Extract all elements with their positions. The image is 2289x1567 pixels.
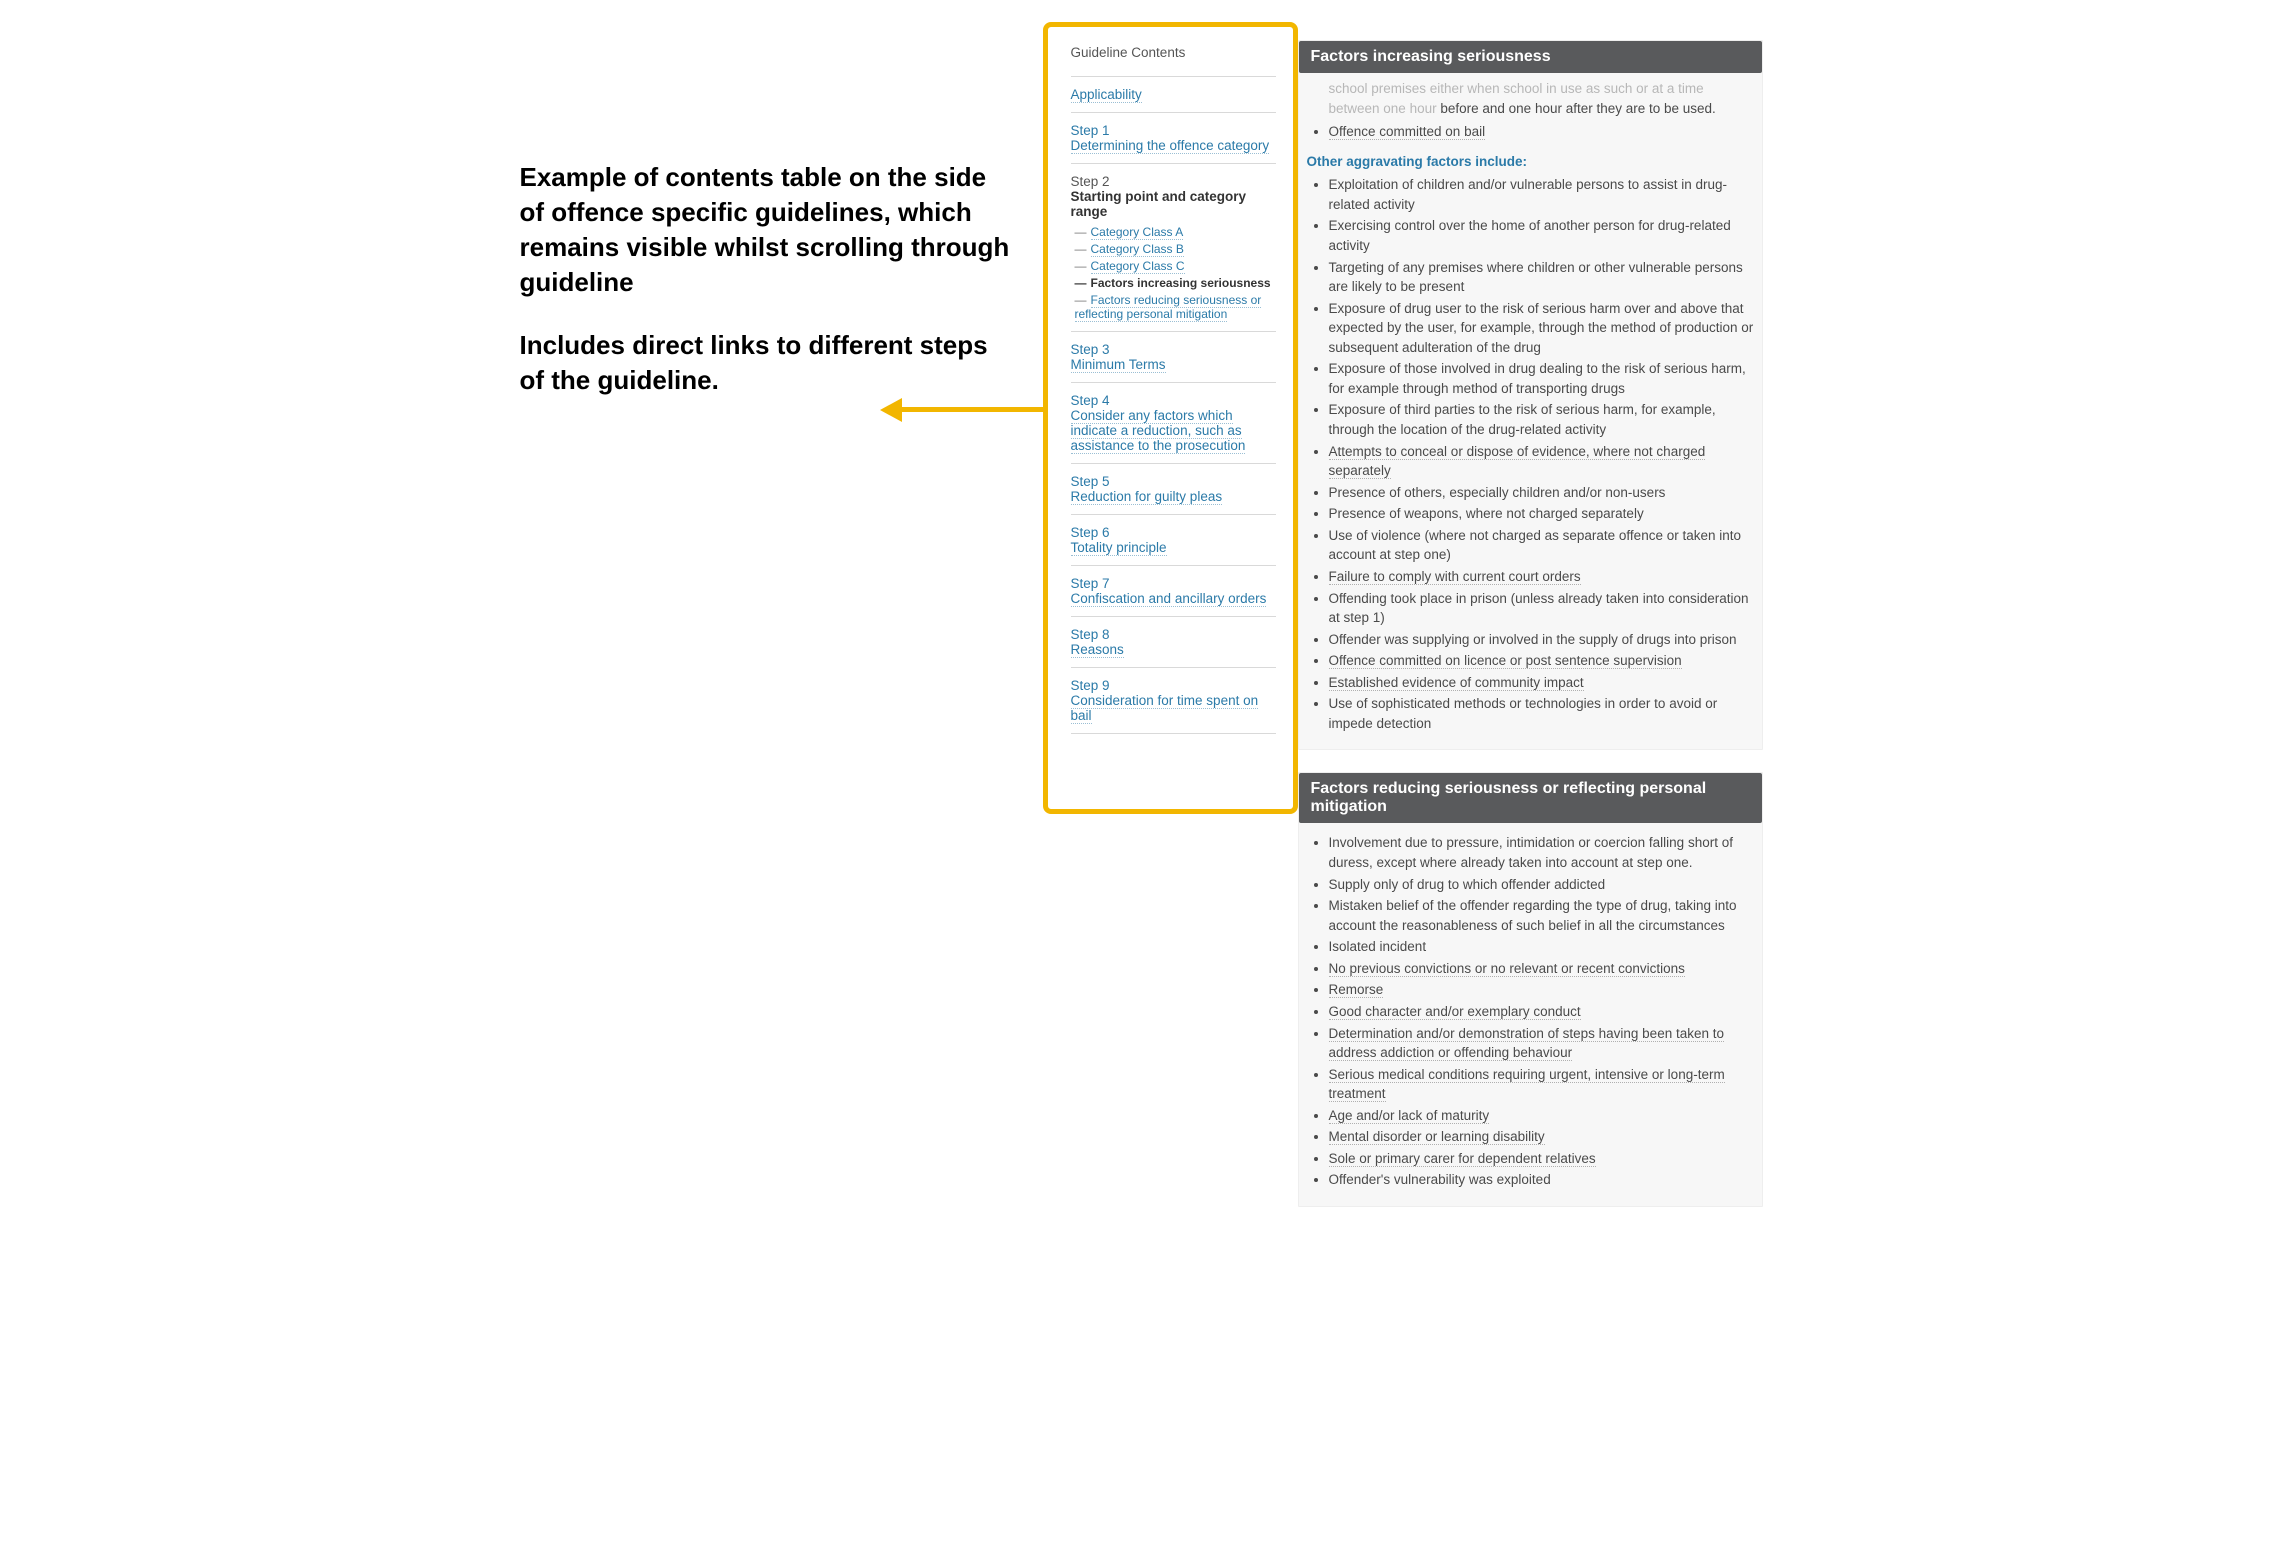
aggravating-subhead: Other aggravating factors include: [1307, 152, 1756, 172]
list-item: Mistaken belief of the offender regardin… [1329, 896, 1756, 935]
list-item: Use of violence (where not charged as se… [1329, 526, 1756, 565]
nav-step-2: Step 2Starting point and category range—… [1071, 174, 1276, 321]
nav-sub-link[interactable]: Category Class B [1091, 242, 1184, 257]
nav-step-number: Step 3 [1071, 342, 1276, 357]
nav-step-5: Step 5Reduction for guilty pleas [1071, 474, 1276, 504]
nav-step-6: Step 6Totality principle [1071, 525, 1276, 555]
nav-step-8: Step 8Reasons [1071, 627, 1276, 657]
nav-step-link[interactable]: Reasons [1071, 642, 1124, 658]
list-item: Offence committed on licence or post sen… [1329, 651, 1756, 671]
nav-sub-current: Factors increasing seriousness [1091, 276, 1271, 290]
explain-para-2: Includes direct links to different steps… [520, 328, 1010, 398]
nav-step-number: Step 2 [1071, 174, 1276, 189]
list-item: Exploitation of children and/or vulnerab… [1329, 175, 1756, 214]
explain-para-1: Example of contents table on the side of… [520, 160, 1010, 300]
list-item: Involvement due to pressure, intimidatio… [1329, 833, 1756, 872]
contents-nav: Guideline Contents Applicability Step 1D… [1063, 40, 1286, 744]
list-item: No previous convictions or no relevant o… [1329, 959, 1756, 979]
nav-sub-link[interactable]: Factors reducing seriousness or reflecti… [1075, 293, 1262, 322]
list-item: Mental disorder or learning disability [1329, 1127, 1756, 1147]
list-item: Exercising control over the home of anot… [1329, 216, 1756, 255]
guideline-screenshot: Guideline Contents Applicability Step 1D… [1063, 40, 1763, 1229]
preamble-rest: before and one hour after they are to be… [1440, 101, 1715, 116]
nav-step-number: Step 1 [1071, 123, 1276, 138]
nav-step-link[interactable]: Determining the offence category [1071, 138, 1270, 154]
pointer-arrow [880, 395, 1050, 425]
list-item: Determination and/or demonstration of st… [1329, 1024, 1756, 1063]
list-item: Attempts to conceal or dispose of eviden… [1329, 442, 1756, 481]
panel-factors-increasing: Factors increasing seriousness school pr… [1298, 40, 1763, 750]
list-item: Sole or primary carer for dependent rela… [1329, 1149, 1756, 1169]
list-item: Failure to comply with current court ord… [1329, 567, 1756, 587]
list-item: Supply only of drug to which offender ad… [1329, 875, 1756, 895]
list-item: Presence of others, especially children … [1329, 483, 1756, 503]
panel-factors-reducing: Factors reducing seriousness or reflecti… [1298, 772, 1763, 1207]
nav-step-link[interactable]: Reduction for guilty pleas [1071, 489, 1223, 505]
nav-step-7: Step 7Confiscation and ancillary orders [1071, 576, 1276, 606]
nav-step-3: Step 3Minimum Terms [1071, 342, 1276, 372]
list-item: Offence committed on bail [1329, 122, 1756, 142]
nav-step-link[interactable]: Confiscation and ancillary orders [1071, 591, 1267, 607]
list-item: Serious medical conditions requiring urg… [1329, 1065, 1756, 1104]
list-item: Established evidence of community impact [1329, 673, 1756, 693]
nav-step-number: Step 5 [1071, 474, 1276, 489]
nav-step-9: Step 9Consideration for time spent on ba… [1071, 678, 1276, 723]
nav-step-number: Step 6 [1071, 525, 1276, 540]
nav-step-link[interactable]: Minimum Terms [1071, 357, 1166, 373]
list-item: Remorse [1329, 980, 1756, 1000]
nav-step-number: Step 8 [1071, 627, 1276, 642]
list-item: Isolated incident [1329, 937, 1756, 957]
nav-sub-link[interactable]: Category Class C [1091, 259, 1185, 274]
list-item: Exposure of drug user to the risk of ser… [1329, 299, 1756, 358]
list-item: Targeting of any premises where children… [1329, 258, 1756, 297]
list-item: Offender was supplying or involved in th… [1329, 630, 1756, 650]
nav-step-4: Step 4Consider any factors which indicat… [1071, 393, 1276, 453]
nav-sub-link[interactable]: Category Class A [1091, 225, 1184, 240]
guideline-content: Factors increasing seriousness school pr… [1298, 40, 1763, 1207]
nav-link-applicability[interactable]: Applicability [1071, 87, 1142, 103]
list-item: Offending took place in prison (unless a… [1329, 589, 1756, 628]
panel-title-increasing: Factors increasing seriousness [1299, 41, 1762, 73]
list-item: Age and/or lack of maturity [1329, 1106, 1756, 1126]
list-item: Use of sophisticated methods or technolo… [1329, 694, 1756, 733]
list-item: Exposure of those involved in drug deali… [1329, 359, 1756, 398]
list-item: Good character and/or exemplary conduct [1329, 1002, 1756, 1022]
panel-title-reducing: Factors reducing seriousness or reflecti… [1299, 773, 1762, 823]
contents-nav-title: Guideline Contents [1071, 45, 1276, 70]
nav-step-link: Starting point and category range [1071, 189, 1247, 219]
list-item: Offender's vulnerability was exploited [1329, 1170, 1756, 1190]
explanatory-text: Example of contents table on the side of… [520, 20, 1010, 399]
nav-step-number: Step 9 [1071, 678, 1276, 693]
nav-step-link[interactable]: Consideration for time spent on bail [1071, 693, 1259, 724]
nav-step-number: Step 7 [1071, 576, 1276, 591]
list-item: Exposure of third parties to the risk of… [1329, 400, 1756, 439]
nav-step-number: Step 4 [1071, 393, 1276, 408]
nav-step-link[interactable]: Totality principle [1071, 540, 1167, 556]
nav-step-1: Step 1Determining the offence category [1071, 123, 1276, 153]
nav-step-link[interactable]: Consider any factors which indicate a re… [1071, 408, 1246, 454]
list-item: Presence of weapons, where not charged s… [1329, 504, 1756, 524]
